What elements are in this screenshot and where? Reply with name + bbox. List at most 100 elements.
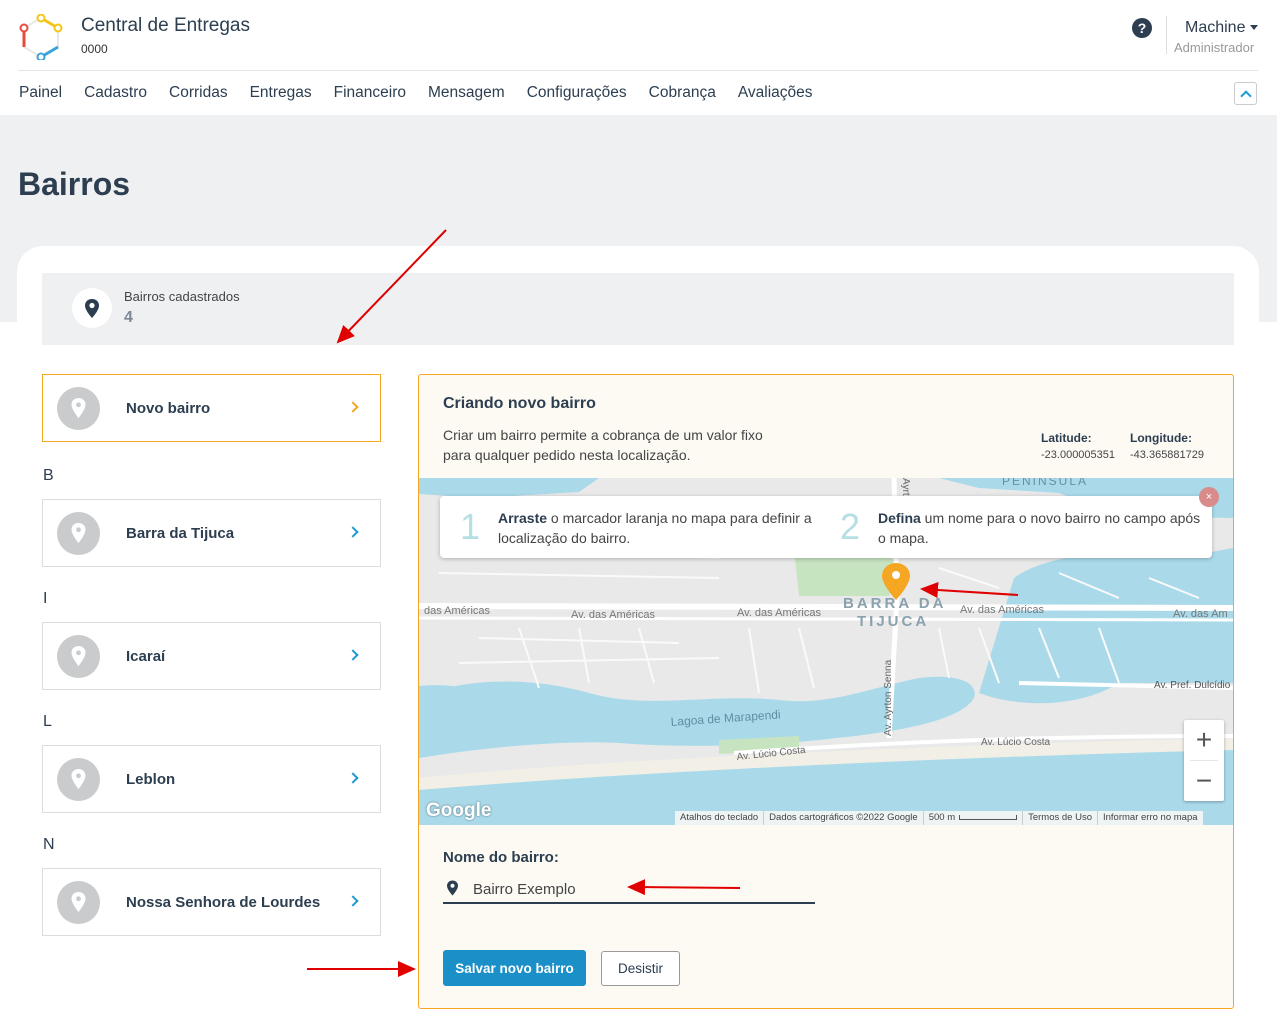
map-attribution: Atalhos do teclado Dados cartográficos ©… xyxy=(675,811,1203,825)
list-item-novo-bairro[interactable]: Novo bairro xyxy=(42,374,381,442)
step-2-text: Defina um nome para o novo bairro no cam… xyxy=(878,508,1208,548)
nav-configuracoes[interactable]: Configurações xyxy=(527,84,627,102)
stats-label: Bairros cadastrados xyxy=(124,289,240,304)
app-code: 0000 xyxy=(81,42,108,56)
group-letter-i: I xyxy=(43,590,48,607)
scale-bar xyxy=(959,814,1018,820)
terms-link[interactable]: Termos de Uso xyxy=(1023,811,1098,825)
map-scale[interactable]: 500 m xyxy=(924,811,1024,825)
zoom-in-button[interactable]: + xyxy=(1184,720,1224,760)
map-label-dulcidio: Av. Pref. Dulcídio xyxy=(1154,680,1231,691)
app-title: Central de Entregas xyxy=(81,15,250,36)
longitude-label: Longitude: xyxy=(1130,431,1192,445)
step-1-bold: Arraste xyxy=(498,510,548,526)
user-menu[interactable]: Machine xyxy=(1185,19,1259,37)
close-icon[interactable]: × xyxy=(1199,487,1219,507)
nav-cobranca[interactable]: Cobrança xyxy=(649,84,716,102)
map-instructions: 1 Arraste o marcador laranja no mapa par… xyxy=(440,496,1212,558)
help-icon[interactable]: ? xyxy=(1132,18,1152,38)
list-item-label: Nossa Senhora de Lourdes xyxy=(126,894,321,911)
nav-cadastro[interactable]: Cadastro xyxy=(84,84,147,102)
chevron-right-icon xyxy=(347,526,359,538)
chevron-right-icon xyxy=(347,895,359,907)
map-scale-text: 500 m xyxy=(928,812,956,823)
cancel-button[interactable]: Desistir xyxy=(601,951,680,986)
latitude-label: Latitude: xyxy=(1041,431,1092,445)
pin-circle xyxy=(57,758,100,801)
header-divider xyxy=(1166,16,1167,54)
map-label-americas-4: Av. das Américas xyxy=(960,604,1044,616)
nav-painel[interactable]: Painel xyxy=(19,84,62,102)
step-2-rest: um nome para o novo bairro no campo após… xyxy=(878,510,1201,546)
chevron-right-icon xyxy=(347,772,359,784)
map-label-barra-2: TIJUCA xyxy=(857,613,929,630)
map-label-americas-1: das Américas xyxy=(424,605,491,617)
map-pin-icon xyxy=(85,299,99,318)
stats-icon-circle xyxy=(72,288,112,328)
save-neighborhood-button[interactable]: Salvar novo bairro xyxy=(443,950,586,986)
nav-avaliacoes[interactable]: Avaliações xyxy=(738,84,813,102)
nav-mensagem[interactable]: Mensagem xyxy=(428,84,505,102)
map-label-americas-3: Av. das Américas xyxy=(737,607,821,619)
list-item-label: Novo bairro xyxy=(126,400,211,417)
map-label-lucio-2: Av. Lúcio Costa xyxy=(981,737,1051,748)
name-field xyxy=(443,877,815,904)
zoom-controls: + − xyxy=(1184,720,1224,801)
step-1-text: Arraste o marcador laranja no mapa para … xyxy=(498,508,828,548)
stats-box: Bairros cadastrados 4 xyxy=(42,273,1234,345)
map-pin-icon xyxy=(447,880,458,896)
stats-value: 4 xyxy=(124,309,133,326)
collapse-nav-button[interactable] xyxy=(1234,82,1257,105)
longitude-value: -43.365881729 xyxy=(1130,449,1205,461)
latitude-value: -23.000005351 xyxy=(1041,449,1116,461)
list-item-nossa-senhora-de-lourdes[interactable]: Nossa Senhora de Lourdes xyxy=(42,868,381,936)
app-logo xyxy=(19,14,63,60)
pin-circle xyxy=(57,512,100,555)
map-pin-icon xyxy=(71,398,86,418)
map-pin-icon xyxy=(71,646,86,666)
group-letter-n: N xyxy=(43,836,55,853)
new-neighborhood-panel: Criando novo bairro Criar um bairro perm… xyxy=(418,374,1234,1009)
user-role: Administrador xyxy=(1174,40,1255,55)
map-pin-icon xyxy=(71,523,86,543)
name-field-label: Nome do bairro: xyxy=(443,849,559,866)
map-label-americas-5: Av. das Am xyxy=(1173,608,1228,620)
list-item-icarai[interactable]: Icaraí xyxy=(42,622,381,690)
pin-circle xyxy=(57,387,100,430)
top-header: Central de Entregas 0000 ? Machine Admin… xyxy=(0,0,1277,115)
step-2-number: 2 xyxy=(840,506,861,547)
panel-description: Criar um bairro permite a cobrança de um… xyxy=(443,427,763,463)
neighborhood-name-input[interactable] xyxy=(473,877,803,901)
list-item-label: Barra da Tijuca xyxy=(126,525,235,542)
keyboard-shortcuts-link[interactable]: Atalhos do teclado xyxy=(675,811,765,825)
step-1-number: 1 xyxy=(460,506,481,547)
step-2-bold: Defina xyxy=(878,510,921,526)
main-nav: Painel Cadastro Corridas Entregas Financ… xyxy=(19,84,813,102)
nav-entregas[interactable]: Entregas xyxy=(250,84,312,102)
report-error-link[interactable]: Informar erro no mapa xyxy=(1098,811,1203,825)
list-item-label: Leblon xyxy=(126,771,176,788)
chevron-right-icon xyxy=(347,401,359,413)
header-separator xyxy=(18,70,1258,71)
nav-financeiro[interactable]: Financeiro xyxy=(334,84,406,102)
page-title: Bairros xyxy=(18,166,131,202)
map-pin-icon xyxy=(71,769,86,789)
map-label-ayrt: Ayrt xyxy=(900,478,911,496)
map-label-peninsula: PENÍNSULA xyxy=(1002,478,1088,488)
panel-title: Criando novo bairro xyxy=(443,395,596,412)
list-item-label: Icaraí xyxy=(126,648,166,665)
caret-down-icon xyxy=(1250,25,1259,31)
chevron-right-icon xyxy=(347,649,359,661)
pin-circle xyxy=(57,635,100,678)
list-item-leblon[interactable]: Leblon xyxy=(42,745,381,813)
user-name: Machine xyxy=(1185,19,1246,36)
nav-corridas[interactable]: Corridas xyxy=(169,84,228,102)
zoom-out-button[interactable]: − xyxy=(1184,761,1224,801)
map-label-senna: Av. Ayrton Senna xyxy=(883,659,894,736)
map-label-americas-2: Av. das Américas xyxy=(571,609,655,621)
google-logo: Google xyxy=(426,800,492,821)
map-pin-icon xyxy=(71,892,86,912)
list-item-barra-da-tijuca[interactable]: Barra da Tijuca xyxy=(42,499,381,567)
pin-circle xyxy=(57,881,100,924)
map-view[interactable]: PENÍNSULA das Américas Av. das Américas … xyxy=(419,478,1233,825)
